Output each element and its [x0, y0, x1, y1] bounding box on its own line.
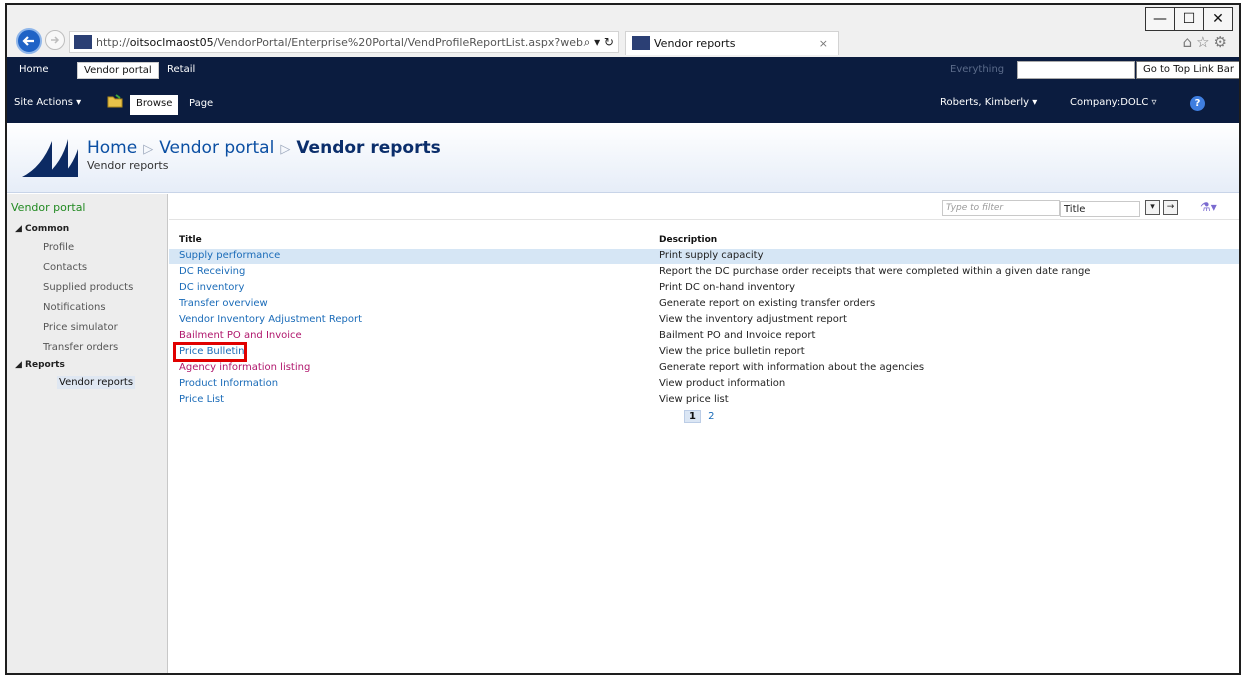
table-row[interactable]: Vendor Inventory Adjustment Report View … [169, 313, 1239, 328]
nav-heading-reports[interactable]: ◢ Reports [15, 360, 65, 370]
arrow-left-icon [22, 36, 34, 46]
filter-field-select[interactable]: Title [1060, 201, 1140, 217]
url-prefix: http:// [96, 36, 130, 49]
site-actions-menu[interactable]: Site Actions ▾ [14, 97, 81, 108]
filter-options-icon[interactable]: ⚗▾ [1200, 200, 1217, 214]
page-subtitle: Vendor reports [87, 159, 169, 172]
breadcrumb-vendor-portal[interactable]: Vendor portal [159, 138, 274, 158]
minimize-button[interactable]: — [1145, 7, 1175, 31]
table-row[interactable]: Bailment PO and Invoice Bailment PO and … [169, 329, 1239, 344]
report-description: Print DC on-hand inventory [659, 282, 796, 293]
filter-dropdown-button[interactable]: ▾ [1145, 200, 1160, 215]
pagination: 1 2 [684, 410, 715, 423]
report-link[interactable]: Supply performance [179, 250, 280, 261]
user-menu[interactable]: Roberts, Kimberly ▾ [940, 97, 1037, 108]
table-row[interactable]: Agency information listing Generate repo… [169, 361, 1239, 376]
nav-item-contacts[interactable]: Contacts [43, 262, 87, 273]
table-row[interactable]: Price Bulletin View the price bulletin r… [169, 342, 1239, 362]
report-link[interactable]: DC inventory [179, 282, 244, 293]
report-link[interactable]: Bailment PO and Invoice [179, 330, 302, 341]
table-row[interactable]: Product Information View product informa… [169, 377, 1239, 392]
browser-tab[interactable]: Vendor reports × [625, 31, 839, 55]
main-content: Type to filter Title ▾ → ⚗▾ Title Descri… [169, 194, 1239, 673]
help-icon[interactable]: ? [1190, 96, 1205, 111]
tab-browse[interactable]: Browse [130, 95, 179, 115]
nav-item-profile[interactable]: Profile [43, 242, 74, 253]
toplink-retail[interactable]: Retail [161, 62, 201, 79]
toplink-vendor-portal[interactable]: Vendor portal [77, 62, 159, 79]
report-link[interactable]: Price List [179, 394, 224, 405]
column-header-description[interactable]: Description [659, 235, 717, 245]
report-description: View product information [659, 378, 786, 389]
table-row[interactable]: DC Receiving Report the DC purchase orde… [169, 265, 1239, 280]
search-refresh-icons[interactable]: ⌕ ▾ ↻ [584, 35, 614, 50]
page-link-2[interactable]: 2 [708, 411, 714, 422]
table-row[interactable]: Transfer overview Generate report on exi… [169, 297, 1239, 312]
tab-page[interactable]: Page [183, 95, 219, 115]
breadcrumb: Home ▷ Vendor portal ▷ Vendor reports [87, 138, 441, 158]
site-favicon-icon [74, 35, 92, 49]
nav-item-notifications[interactable]: Notifications [43, 302, 106, 313]
report-link[interactable]: Product Information [179, 378, 278, 389]
tab-close-icon[interactable]: × [819, 37, 828, 50]
url-host: oitsoclmaost05 [129, 36, 214, 49]
search-scope[interactable]: Everything [950, 64, 1004, 75]
search-input[interactable] [1017, 61, 1135, 79]
go-to-top-link-bar-button[interactable]: Go to Top Link Bar [1136, 61, 1239, 79]
nav-item-supplied-products[interactable]: Supplied products [43, 282, 133, 293]
page-title: Vendor reports [296, 138, 441, 158]
report-link[interactable]: DC Receiving [179, 266, 245, 277]
maximize-button[interactable]: ☐ [1174, 7, 1204, 31]
nav-root-vendor-portal[interactable]: Vendor portal [11, 201, 86, 214]
report-description: View price list [659, 394, 729, 405]
nav-item-vendor-reports[interactable]: Vendor reports [57, 376, 136, 389]
report-link[interactable]: Vendor Inventory Adjustment Report [179, 314, 362, 325]
home-favorites-settings-icons[interactable]: ⌂☆⚙ [1183, 33, 1231, 51]
nav-item-price-simulator[interactable]: Price simulator [43, 322, 118, 333]
tab-title: Vendor reports [654, 37, 736, 50]
company-selector[interactable]: Company:DOLC ▿ [1070, 97, 1157, 108]
address-url[interactable]: http://oitsoclmaost05/VendorPortal/Enter… [96, 36, 583, 49]
column-header-title[interactable]: Title [179, 235, 202, 245]
page-current: 1 [684, 410, 701, 423]
breadcrumb-home[interactable]: Home [87, 138, 137, 158]
report-description: View the price bulletin report [659, 346, 805, 357]
report-description: Bailment PO and Invoice report [659, 330, 816, 341]
nav-item-transfer-orders[interactable]: Transfer orders [43, 342, 118, 353]
breadcrumb-separator: ▷ [143, 142, 154, 157]
forward-button[interactable] [45, 30, 65, 50]
report-link[interactable]: Price Bulletin [179, 346, 245, 357]
quick-launch-nav: Vendor portal ◢ Common Profile Contacts … [7, 194, 168, 673]
arrow-right-icon [51, 36, 60, 44]
report-description: Generate report with information about t… [659, 362, 925, 373]
ribbon-bar: Site Actions ▾ Browse Page Roberts, Kimb… [7, 83, 1239, 123]
url-path: /VendorPortal/Enterprise%20Portal/VendPr… [213, 36, 583, 49]
browser-window: http://oitsoclmaost05/VendorPortal/Enter… [5, 3, 1241, 675]
tab-favicon-icon [632, 36, 650, 50]
report-link[interactable]: Transfer overview [179, 298, 268, 309]
filter-bar: Type to filter Title ▾ → ⚗▾ [169, 194, 1239, 220]
folder-icon[interactable] [107, 94, 123, 108]
top-link-bar: Home Vendor portal Retail Everything Go … [7, 57, 1239, 83]
toplink-home[interactable]: Home [13, 62, 55, 79]
table-row[interactable]: Supply performance Print supply capacity [169, 249, 1239, 264]
back-button[interactable] [16, 28, 42, 54]
report-description: Generate report on existing transfer ord… [659, 298, 876, 309]
report-description: Report the DC purchase order receipts th… [659, 266, 1091, 277]
filter-apply-button[interactable]: → [1163, 200, 1178, 215]
close-button[interactable]: ✕ [1203, 7, 1233, 31]
table-row[interactable]: Price List View price list [169, 393, 1239, 408]
page-title-area: Home ▷ Vendor portal ▷ Vendor reports Vendor… [7, 123, 1239, 193]
table-row[interactable]: DC inventory Print DC on-hand inventory [169, 281, 1239, 296]
filter-input[interactable]: Type to filter [942, 200, 1060, 216]
report-description: View the inventory adjustment report [659, 314, 847, 325]
address-bar[interactable]: http://oitsoclmaost05/VendorPortal/Enter… [69, 31, 619, 53]
browser-chrome: http://oitsoclmaost05/VendorPortal/Enter… [7, 5, 1239, 57]
dynamics-logo-icon [22, 139, 78, 177]
report-description: Print supply capacity [659, 250, 764, 261]
report-link[interactable]: Agency information listing [179, 362, 310, 373]
nav-heading-common[interactable]: ◢ Common [15, 224, 69, 234]
breadcrumb-separator: ▷ [280, 142, 291, 157]
